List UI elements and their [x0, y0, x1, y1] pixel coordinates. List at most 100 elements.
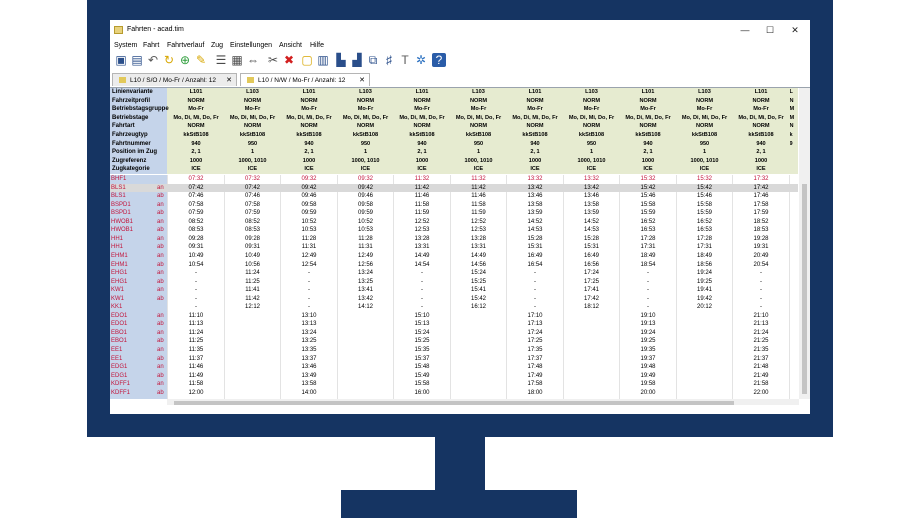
time-cell[interactable]: 17:49	[507, 372, 563, 380]
table-row[interactable]: EHM1 ab 10:54 10:56 12:54 12:56 14:54 14:56 16:5…	[110, 261, 798, 269]
header-cell[interactable]: NORM	[281, 122, 337, 131]
time-cell[interactable]: 07:46	[168, 192, 224, 200]
table-row[interactable]: EBO1 ab 11:25 13:25 15:25 17:25 19:25 21:25	[110, 337, 798, 345]
time-cell[interactable]: 16:12	[451, 303, 507, 311]
time-cell[interactable]: 10:53	[338, 226, 394, 234]
header-cell[interactable]: L101	[281, 88, 337, 97]
time-cell[interactable]: -	[394, 278, 450, 286]
table-icon[interactable]: ▥	[316, 53, 330, 67]
time-cell[interactable]: -	[620, 295, 676, 303]
menu-ansicht[interactable]: Ansicht	[279, 42, 302, 49]
header-cell[interactable]: 950	[451, 140, 507, 149]
time-cell[interactable]: 21:24	[733, 329, 789, 337]
save-as-icon[interactable]: ▤	[130, 53, 144, 67]
time-cell[interactable]: -	[733, 295, 789, 303]
close-button[interactable]: ✕	[786, 24, 804, 36]
menu-zug[interactable]: Zug	[211, 42, 223, 49]
table-row[interactable]: HH1 an 09:28 09:28 11:28 11:28 13:28 13:28 15:28…	[110, 235, 798, 243]
time-cell[interactable]: -	[281, 303, 337, 311]
time-cell[interactable]: 15:42	[620, 184, 676, 192]
table-row[interactable]: EE1 ab 11:37 13:37 15:37 17:37 19:37 21:37	[110, 355, 798, 363]
time-cell[interactable]: 09:59	[281, 209, 337, 217]
help-icon[interactable]: ?	[432, 53, 446, 67]
time-cell[interactable]: 21:58	[733, 380, 789, 388]
header-cell[interactable]: kkStB108	[168, 131, 224, 140]
time-cell[interactable]: 09:58	[338, 201, 394, 209]
time-cell[interactable]: 12:49	[281, 252, 337, 260]
time-cell[interactable]: 13:10	[281, 312, 337, 320]
maximize-button[interactable]: ☐	[761, 24, 779, 36]
time-cell[interactable]: -	[507, 303, 563, 311]
time-cell[interactable]: 13:41	[338, 286, 394, 294]
time-cell[interactable]: 19:25	[620, 337, 676, 345]
header-cell[interactable]: 940	[281, 140, 337, 149]
time-cell[interactable]: 17:25	[564, 278, 620, 286]
time-cell[interactable]: 13:59	[564, 209, 620, 217]
time-cell[interactable]: 16:54	[507, 261, 563, 269]
time-cell[interactable]: 07:59	[168, 209, 224, 217]
header-cell[interactable]: Mo-Fr	[225, 105, 281, 114]
time-cell[interactable]: 16:00	[394, 389, 450, 397]
header-cell[interactable]: NORM	[225, 97, 281, 106]
table-row[interactable]: EHG1 ab -11:25-13:25-15:25-17:25-19:25-	[110, 278, 798, 286]
header-cell[interactable]: L101	[168, 88, 224, 97]
header-cell[interactable]: ICE	[677, 165, 733, 174]
time-cell[interactable]: 15:49	[394, 372, 450, 380]
time-cell[interactable]: 12:56	[338, 261, 394, 269]
header-cell[interactable]: NORM	[168, 122, 224, 131]
header-cell[interactable]: Mo, Di, Mi, Do, Fr	[168, 114, 224, 123]
header-cell[interactable]: 1000	[281, 157, 337, 166]
time-cell[interactable]: 15:59	[677, 209, 733, 217]
time-cell[interactable]: -	[168, 269, 224, 277]
time-cell[interactable]: 07:42	[168, 184, 224, 192]
grid-icon[interactable]: ▦	[230, 53, 244, 67]
menu-einstellungen[interactable]: Einstellungen	[230, 42, 272, 49]
list-icon[interactable]: ☰	[214, 53, 228, 67]
time-cell[interactable]: 15:28	[507, 235, 563, 243]
header-cell[interactable]: 2, 1	[281, 148, 337, 157]
time-cell[interactable]: 17:24	[564, 269, 620, 277]
header-cell[interactable]: NORM	[168, 97, 224, 106]
time-cell[interactable]: -	[620, 303, 676, 311]
time-cell[interactable]: 11:58	[394, 201, 450, 209]
header-cell[interactable]: NORM	[620, 97, 676, 106]
time-cell[interactable]: 17:59	[733, 209, 789, 217]
header-cell[interactable]: 1000	[394, 157, 450, 166]
time-cell[interactable]: 07:58	[168, 201, 224, 209]
time-cell[interactable]: 19:37	[620, 355, 676, 363]
header-cell[interactable]: NORM	[338, 122, 394, 131]
time-cell[interactable]: 07:32	[168, 175, 224, 183]
time-cell[interactable]: 11:46	[451, 192, 507, 200]
time-cell[interactable]: 15:13	[394, 320, 450, 328]
table-row[interactable]: BSPD1 an 07:58 07:58 09:58 09:58 11:58 11:58 13:…	[110, 201, 798, 209]
time-cell[interactable]: 15:48	[394, 363, 450, 371]
time-cell[interactable]: 15:41	[451, 286, 507, 294]
header-cell[interactable]: L101	[394, 88, 450, 97]
time-cell[interactable]: 13:42	[507, 184, 563, 192]
header-cell[interactable]: Mo-Fr	[281, 105, 337, 114]
time-cell[interactable]: -	[733, 269, 789, 277]
header-cell[interactable]: NORM	[507, 122, 563, 131]
header-cell[interactable]: 940	[168, 140, 224, 149]
time-cell[interactable]: 09:32	[281, 175, 337, 183]
header-cell[interactable]: 1000, 1010	[451, 157, 507, 166]
header-cell[interactable]: L101	[620, 88, 676, 97]
time-cell[interactable]: 17:58	[507, 380, 563, 388]
time-cell[interactable]: -	[733, 303, 789, 311]
time-cell[interactable]: 21:25	[733, 337, 789, 345]
time-cell[interactable]: 15:28	[564, 235, 620, 243]
header-cell[interactable]: ICE	[564, 165, 620, 174]
text-icon[interactable]: T	[398, 53, 412, 67]
time-cell[interactable]: 09:58	[281, 201, 337, 209]
time-cell[interactable]: 11:31	[338, 243, 394, 251]
time-cell[interactable]: 14:56	[451, 261, 507, 269]
chart-icon[interactable]: ♯	[382, 53, 396, 67]
time-cell[interactable]: 07:42	[225, 184, 281, 192]
header-cell[interactable]: Mo, Di, Mi, Do, Fr	[733, 114, 789, 123]
header-cell[interactable]: ICE	[338, 165, 394, 174]
time-cell[interactable]: 17:28	[620, 235, 676, 243]
time-cell[interactable]: 13:58	[507, 201, 563, 209]
time-cell[interactable]: 17:42	[733, 184, 789, 192]
time-cell[interactable]: 16:52	[620, 218, 676, 226]
header-cell[interactable]: 940	[733, 140, 789, 149]
